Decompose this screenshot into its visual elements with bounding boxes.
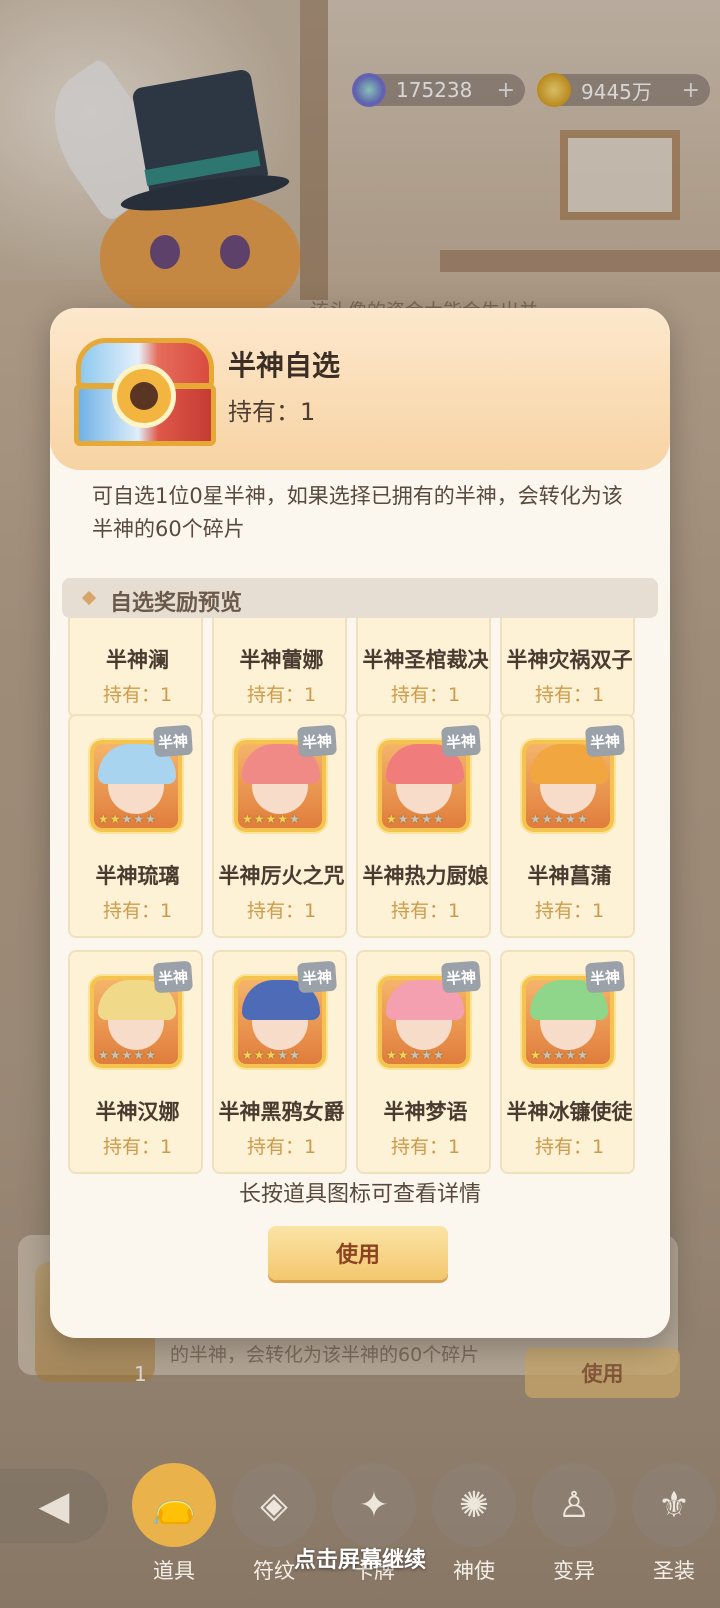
- reward-item-card[interactable]: ★★★★★半神半神圣棺裁决持有：1: [356, 618, 491, 718]
- demigod-name: 半神汉娜: [95, 1100, 180, 1124]
- star-rating: ★★★★★: [386, 812, 445, 826]
- demigod-owned-count: 持有：1: [390, 1136, 461, 1158]
- reward-item-card[interactable]: ★★★★★ 半神半神汉娜持有：1: [68, 950, 203, 1174]
- demigod-badge-icon: 半神: [296, 724, 338, 758]
- reward-item-card[interactable]: ★★★★★半神半神蕾娜持有：1: [212, 618, 347, 718]
- demigod-name: 半神琉璃: [95, 864, 180, 888]
- section-header: 自选奖励预览: [62, 578, 658, 618]
- demigod-badge-icon: 半神: [584, 724, 626, 758]
- demigod-name: 半神黑鸦女爵: [218, 1100, 345, 1124]
- reward-item-card[interactable]: ★★★★★ 半神半神黑鸦女爵 持有：1: [212, 950, 347, 1174]
- demigod-badge-icon: 半神: [152, 960, 194, 994]
- star-rating: ★★★★★: [98, 812, 157, 826]
- reward-item-card[interactable]: ★★★★★半神半神澜持有：1: [68, 618, 203, 718]
- demigod-name: 半神热力厨娘: [362, 864, 489, 888]
- demigod-name: 半神澜: [106, 648, 169, 672]
- reward-item-card[interactable]: ★★★★★ 半神半神琉璃持有：1: [68, 714, 203, 938]
- star-rating: ★★★★★: [242, 1048, 301, 1062]
- tap-to-continue[interactable]: 点击屏幕继续: [0, 1542, 720, 1574]
- dialog-title: 半神自选: [228, 349, 341, 382]
- diamond-bullet-icon: [81, 590, 97, 606]
- emissary-icon: ✺: [432, 1463, 516, 1547]
- demigod-select-dialog: 半神自选 持有：1 可自选1位0星半神，如果选择已拥有的半神，会转化为该半神的6…: [50, 308, 670, 1338]
- bottom-nav: ◀ 👝 道具 ◈ 符纹 ✦ 卡牌 ✺ 神使 ♙ 变异 ⚜ 圣装: [0, 1455, 720, 1608]
- item-description: 可自选1位0星半神，如果选择已拥有的半神，会转化为该半神的60个碎片: [92, 484, 623, 541]
- demigod-badge-icon: 半神: [584, 960, 626, 994]
- reward-item-card[interactable]: ★★★★★ 半神半神厉火之咒 持有：1: [212, 714, 347, 938]
- reward-item-card[interactable]: ★★★★★ 半神半神菖蒲持有：1: [500, 714, 635, 938]
- star-rating: ★★★★★: [530, 812, 589, 826]
- reward-item-card[interactable]: ★★★★★ 半神半神冰镰使徒 持有：1: [500, 950, 635, 1174]
- demigod-owned-count: 持有：1: [246, 684, 317, 706]
- card-icon: ✦: [332, 1463, 416, 1547]
- owned-count: 持有：1: [228, 398, 316, 426]
- demigod-owned-count: 持有：1: [102, 1136, 173, 1158]
- back-arrow-icon: ◀: [38, 1483, 70, 1529]
- star-rating: ★★★★★: [386, 1048, 445, 1062]
- demigod-owned-count: 持有：1: [534, 1136, 605, 1158]
- section-title: 自选奖励预览: [110, 591, 243, 616]
- demigod-owned-count: 持有：1: [390, 900, 461, 922]
- demigod-badge-icon: 半神: [440, 724, 482, 758]
- demigod-name: 半神厉火之咒: [218, 864, 345, 888]
- reward-item-card[interactable]: ★★★★★ 半神半神热力厨娘 持有：1: [356, 714, 491, 938]
- mutation-icon: ♙: [532, 1463, 616, 1547]
- demigod-name: 半神蕾娜: [239, 648, 324, 672]
- long-press-hint: 长按道具图标可查看详情: [238, 1182, 481, 1207]
- demigod-owned-count: 持有：1: [246, 900, 317, 922]
- demigod-badge-icon: 半神: [440, 960, 482, 994]
- demigod-name: 半神梦语: [383, 1100, 468, 1124]
- demigod-badge-icon: 半神: [152, 724, 194, 758]
- demigod-name: 半神菖蒲: [527, 864, 612, 888]
- demigod-owned-count: 持有：1: [102, 684, 173, 706]
- back-button[interactable]: ◀: [0, 1469, 108, 1543]
- reward-item-card[interactable]: ★★★★★半神半神灾祸双子持有：1: [500, 618, 635, 718]
- demigod-owned-count: 持有：1: [102, 900, 173, 922]
- dialog-header: 半神自选 持有：1: [50, 308, 670, 470]
- bag-icon: 👝: [132, 1463, 216, 1547]
- demigod-owned-count: 持有：1: [534, 900, 605, 922]
- star-rating: ★★★★★: [530, 1048, 589, 1062]
- star-rating: ★★★★★: [98, 1048, 157, 1062]
- rune-icon: ◈: [232, 1463, 316, 1547]
- demigod-name: 半神冰镰使徒: [506, 1100, 633, 1124]
- treasure-chest-icon: [70, 328, 220, 446]
- demigod-owned-count: 持有：1: [390, 684, 461, 706]
- star-rating: ★★★★★: [242, 812, 301, 826]
- reward-item-card[interactable]: ★★★★★ 半神半神梦语持有：1: [356, 950, 491, 1174]
- demigod-name: 半神灾祸双子: [506, 648, 633, 672]
- demigod-owned-count: 持有：1: [246, 1136, 317, 1158]
- use-button[interactable]: 使用: [268, 1226, 448, 1280]
- demigod-name: 半神圣棺裁决: [362, 648, 489, 672]
- armor-icon: ⚜: [632, 1463, 716, 1547]
- demigod-owned-count: 持有：1: [534, 684, 605, 706]
- demigod-badge-icon: 半神: [296, 960, 338, 994]
